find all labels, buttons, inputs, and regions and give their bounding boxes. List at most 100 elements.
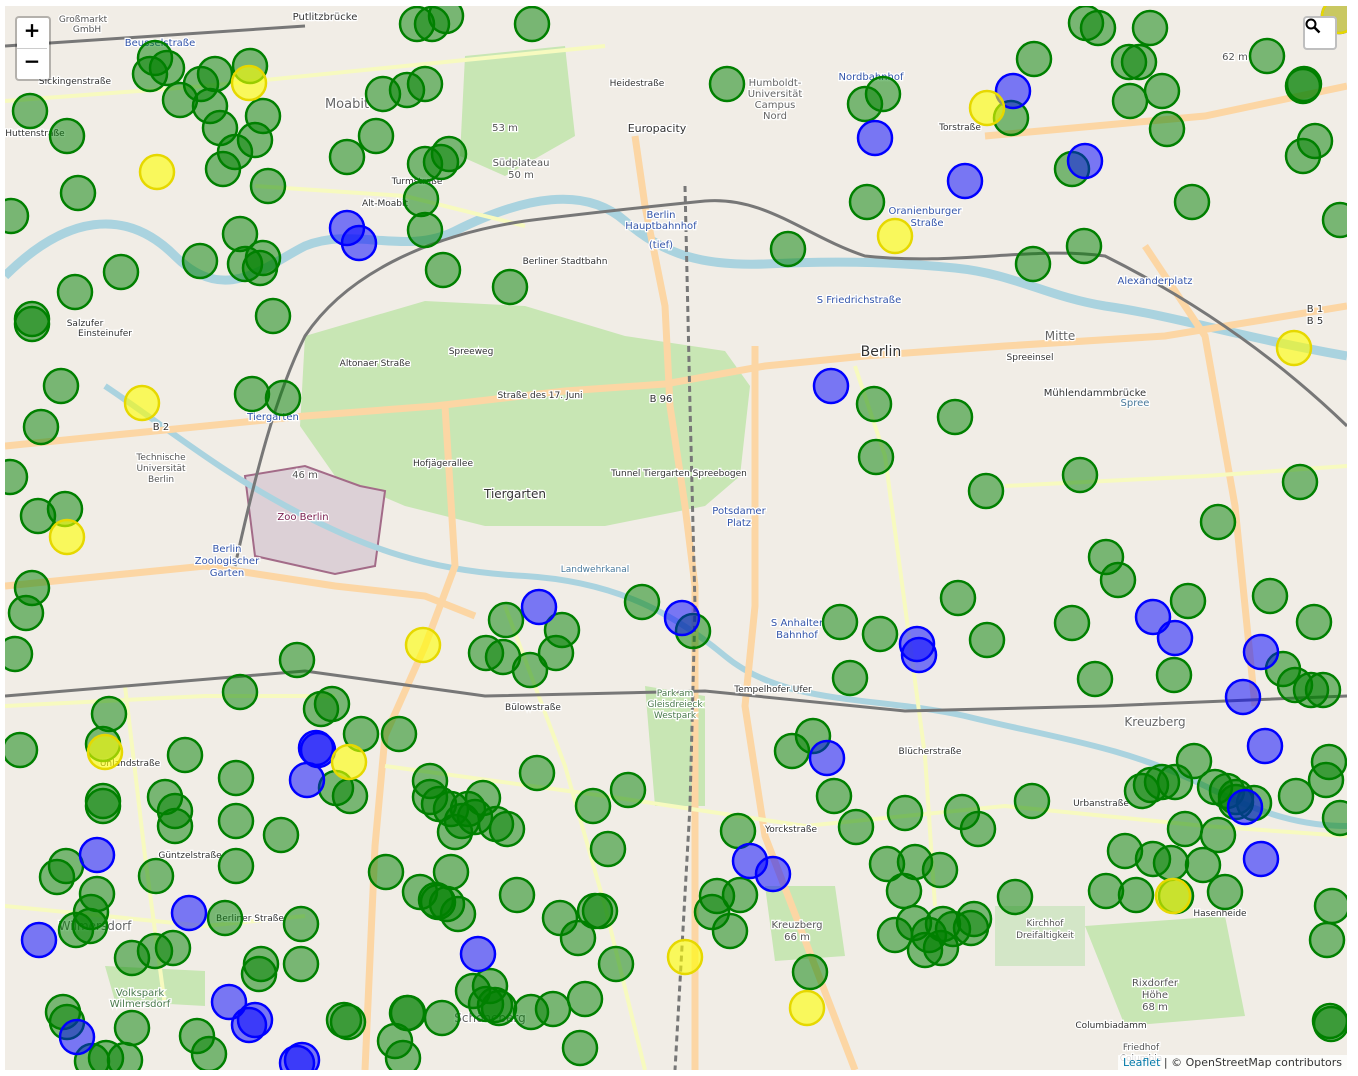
marker-green[interactable] bbox=[282, 945, 320, 983]
marker-green[interactable] bbox=[967, 472, 1005, 510]
marker-green[interactable] bbox=[711, 912, 749, 950]
marker-green[interactable] bbox=[487, 601, 525, 639]
marker-green[interactable] bbox=[240, 955, 278, 993]
marker-green[interactable] bbox=[71, 907, 109, 945]
marker-green[interactable] bbox=[1117, 876, 1155, 914]
marker-green[interactable] bbox=[11, 92, 49, 130]
marker-green[interactable] bbox=[56, 273, 94, 311]
marker-blue[interactable] bbox=[856, 119, 894, 157]
marker-blue[interactable] bbox=[78, 836, 116, 874]
marker-green[interactable] bbox=[921, 851, 959, 889]
marker-green[interactable] bbox=[329, 1003, 367, 1041]
marker-green[interactable] bbox=[589, 830, 627, 868]
marker-green[interactable] bbox=[512, 993, 550, 1031]
marker-green[interactable] bbox=[278, 641, 316, 679]
marker-yellow[interactable] bbox=[666, 938, 704, 976]
marker-green[interactable] bbox=[1053, 604, 1091, 642]
marker-green[interactable] bbox=[576, 892, 614, 930]
marker-green[interactable] bbox=[42, 367, 80, 405]
marker-green[interactable] bbox=[38, 858, 76, 896]
marker-green[interactable] bbox=[1206, 873, 1244, 911]
marker-green[interactable] bbox=[1251, 577, 1289, 615]
marker-blue[interactable] bbox=[236, 1001, 274, 1039]
marker-green[interactable] bbox=[1304, 671, 1342, 709]
marker-green[interactable] bbox=[609, 771, 647, 809]
marker-green[interactable] bbox=[513, 6, 551, 43]
marker-green[interactable] bbox=[106, 1041, 144, 1070]
marker-green[interactable] bbox=[1308, 921, 1346, 959]
marker-green[interactable] bbox=[936, 398, 974, 436]
marker-yellow[interactable] bbox=[330, 743, 368, 781]
marker-green[interactable] bbox=[848, 183, 886, 221]
marker-green[interactable] bbox=[217, 802, 255, 840]
marker-green[interactable] bbox=[1248, 37, 1286, 75]
marker-green[interactable] bbox=[968, 621, 1006, 659]
marker-green[interactable] bbox=[861, 615, 899, 653]
marker-green[interactable] bbox=[1277, 777, 1315, 815]
marker-green[interactable] bbox=[137, 857, 175, 895]
marker-green[interactable] bbox=[959, 810, 997, 848]
marker-green[interactable] bbox=[1061, 456, 1099, 494]
marker-blue[interactable] bbox=[663, 599, 701, 637]
marker-green[interactable] bbox=[156, 792, 194, 830]
marker-green[interactable] bbox=[1307, 761, 1345, 799]
marker-green[interactable] bbox=[7, 594, 45, 632]
marker-green[interactable] bbox=[623, 583, 661, 621]
marker-blue[interactable] bbox=[808, 739, 846, 777]
marker-green[interactable] bbox=[424, 251, 462, 289]
marker-green[interactable] bbox=[1013, 782, 1051, 820]
marker-blue[interactable] bbox=[754, 855, 792, 893]
marker-green[interactable] bbox=[885, 872, 923, 910]
marker-green[interactable] bbox=[1155, 656, 1193, 694]
marker-blue[interactable] bbox=[58, 1018, 96, 1056]
marker-green[interactable] bbox=[282, 905, 320, 943]
marker-blue[interactable] bbox=[520, 588, 558, 626]
marker-yellow[interactable] bbox=[404, 626, 442, 664]
marker-green[interactable] bbox=[906, 931, 944, 969]
marker-green[interactable] bbox=[855, 385, 893, 423]
marker-green[interactable] bbox=[264, 379, 302, 417]
search-button[interactable] bbox=[1303, 16, 1337, 50]
marker-green[interactable] bbox=[831, 659, 869, 697]
marker-green[interactable] bbox=[561, 1029, 599, 1067]
marker-green[interactable] bbox=[48, 117, 86, 155]
marker-blue[interactable] bbox=[946, 162, 984, 200]
marker-green[interactable] bbox=[939, 579, 977, 617]
marker-green[interactable] bbox=[84, 782, 122, 820]
marker-yellow[interactable] bbox=[138, 153, 176, 191]
marker-green[interactable] bbox=[22, 408, 60, 446]
marker-green[interactable] bbox=[597, 945, 635, 983]
marker-green[interactable] bbox=[131, 55, 169, 93]
marker-green[interactable] bbox=[1321, 201, 1347, 239]
zoom-out-button[interactable]: − bbox=[17, 48, 47, 79]
marker-green[interactable] bbox=[102, 253, 140, 291]
marker-green[interactable] bbox=[1065, 227, 1103, 265]
marker-green[interactable] bbox=[113, 1009, 151, 1047]
marker-green[interactable] bbox=[90, 695, 128, 733]
marker-blue[interactable] bbox=[459, 935, 497, 973]
marker-green[interactable] bbox=[952, 909, 990, 947]
marker-green[interactable] bbox=[254, 297, 292, 335]
marker-green[interactable] bbox=[1285, 65, 1323, 103]
marker-green[interactable] bbox=[357, 117, 395, 155]
marker-green[interactable] bbox=[423, 999, 461, 1037]
marker-green[interactable] bbox=[5, 197, 30, 235]
marker-green[interactable] bbox=[1015, 40, 1053, 78]
marker-blue[interactable] bbox=[1226, 788, 1264, 826]
marker-green[interactable] bbox=[422, 143, 460, 181]
marker-green[interactable] bbox=[511, 651, 549, 689]
marker-green[interactable] bbox=[328, 138, 366, 176]
marker-green[interactable] bbox=[417, 881, 455, 919]
leaflet-link[interactable]: Leaflet bbox=[1123, 1056, 1160, 1069]
marker-green[interactable] bbox=[204, 150, 242, 188]
marker-blue[interactable] bbox=[1242, 633, 1280, 671]
marker-green[interactable] bbox=[1169, 582, 1207, 620]
marker-green[interactable] bbox=[886, 794, 924, 832]
marker-green[interactable] bbox=[815, 777, 853, 815]
marker-green[interactable] bbox=[1313, 887, 1347, 925]
marker-blue[interactable] bbox=[1246, 727, 1284, 765]
marker-green[interactable] bbox=[566, 980, 604, 1018]
marker-green[interactable] bbox=[190, 1035, 228, 1070]
marker-green[interactable] bbox=[427, 6, 465, 35]
marker-blue[interactable] bbox=[1242, 840, 1280, 878]
